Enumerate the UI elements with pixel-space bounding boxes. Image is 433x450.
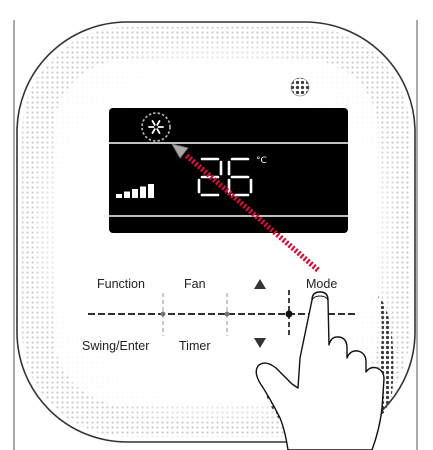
function-button[interactable]: Function bbox=[97, 278, 145, 291]
mode-button[interactable]: Mode bbox=[306, 278, 337, 291]
temp-up-button[interactable] bbox=[254, 279, 266, 289]
fan-level-bar bbox=[116, 194, 122, 198]
swing-enter-button[interactable]: Swing/Enter bbox=[82, 340, 149, 353]
temperature-unit: °C bbox=[256, 156, 267, 166]
fan-level-bar bbox=[124, 191, 130, 198]
fan-level-bar bbox=[132, 189, 138, 198]
speaker-grille bbox=[290, 77, 310, 97]
temp-down-button[interactable] bbox=[254, 338, 266, 348]
fan-level-bar bbox=[148, 184, 154, 198]
fan-button[interactable]: Fan bbox=[184, 278, 206, 291]
timer-button[interactable]: Timer bbox=[179, 340, 210, 353]
fan-level-bar bbox=[140, 186, 146, 198]
